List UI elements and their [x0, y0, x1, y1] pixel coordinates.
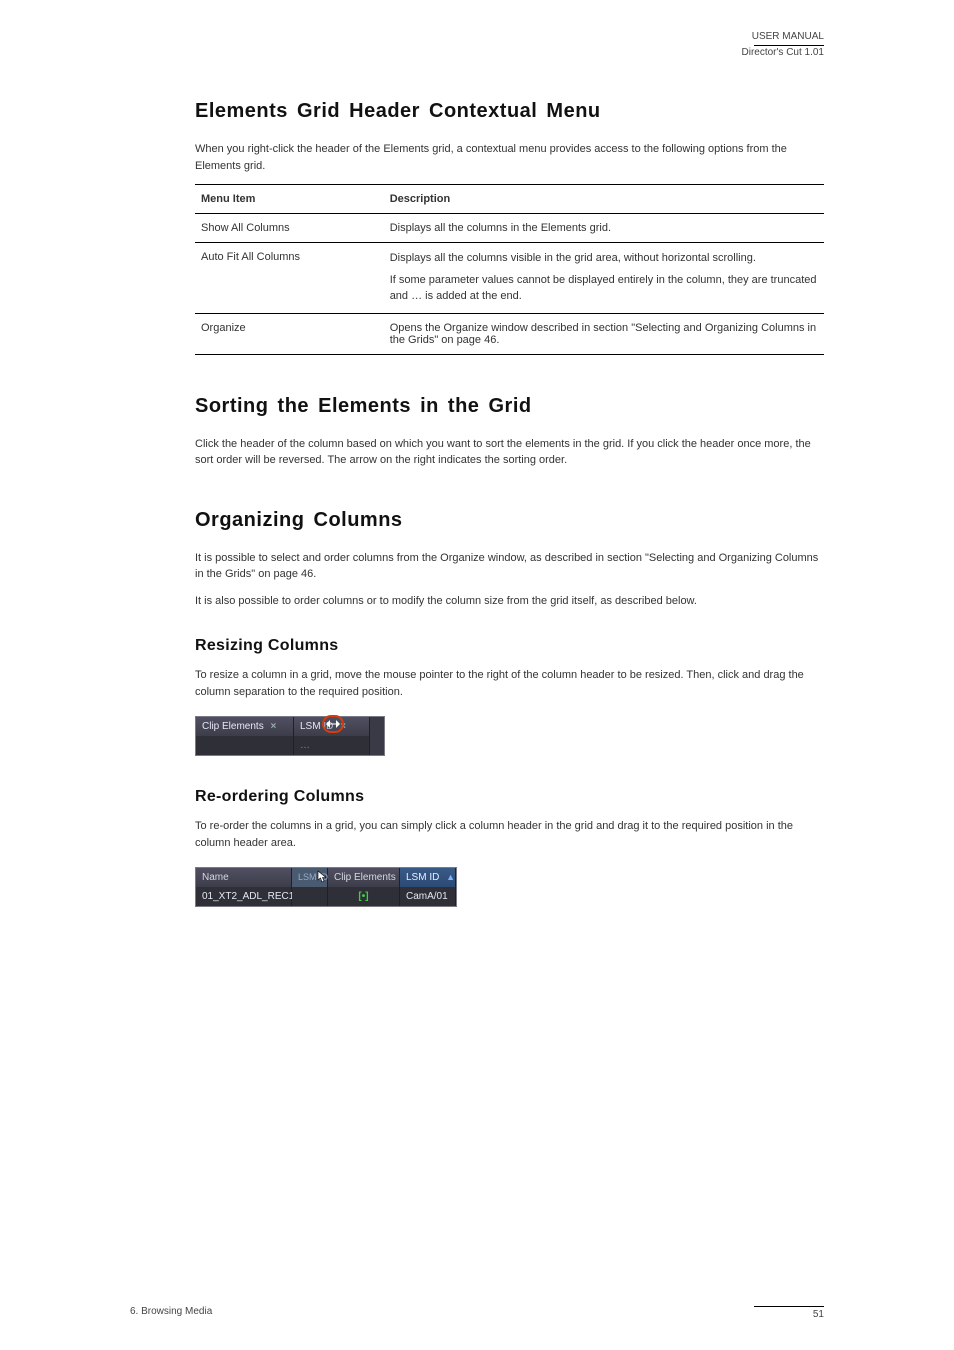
table-cell-empty	[292, 887, 328, 906]
table-header-menu-item: Menu Item	[195, 185, 384, 214]
organizing-p2: It is also possible to order columns or …	[195, 593, 824, 610]
col-header-label: Name	[202, 872, 229, 883]
heading-contextual-menu: Elements Grid Header Contextual Menu	[195, 100, 824, 123]
menu-item-cell: Show All Columns	[195, 214, 384, 243]
footer-divider	[754, 1306, 824, 1307]
clip-icon: [•]	[358, 891, 368, 902]
screenshot-reorder-columns: Name LSM ID Clip Elements LSM ID ▲ 01_XT…	[195, 867, 457, 907]
table-cell-clip-icon: [•]	[328, 887, 400, 906]
sort-asc-icon: ▲	[442, 872, 455, 882]
contextual-menu-table: Menu Item Description Show All Columns D…	[195, 184, 824, 355]
col-header-label: LSM ID	[406, 872, 439, 883]
table-cell-empty	[196, 736, 294, 755]
menu-item-cell: Auto Fit All Columns	[195, 243, 384, 314]
heading-reordering-columns: Re-ordering Columns	[195, 788, 824, 806]
menu-desc-cell: Opens the Organize window described in s…	[384, 313, 824, 354]
footer-right: 51	[754, 1306, 824, 1320]
col-header-clip-elements[interactable]: Clip Elements	[328, 868, 400, 887]
page-footer: 6. Browsing Media 51	[130, 1306, 824, 1320]
page-header-right: USER MANUAL Director's Cut 1.01	[742, 30, 825, 59]
resize-arrows-icon	[326, 719, 340, 729]
col-header-label: Clip Elements	[334, 872, 396, 883]
col-header-name[interactable]: Name	[196, 868, 292, 887]
menu-desc-cell: Displays all the columns in the Elements…	[384, 214, 824, 243]
col-header-clip-elements[interactable]: Clip Elements ×	[196, 717, 294, 736]
desc-line: Displays all the columns visible in the …	[390, 251, 818, 267]
table-header-row: Menu Item Description	[195, 185, 824, 214]
resize-handle-highlight	[322, 715, 344, 733]
sorting-paragraph: Click the header of the column based on …	[195, 436, 824, 469]
col-header-dragging[interactable]: LSM ID	[292, 868, 328, 887]
resizing-paragraph: To resize a column in a grid, move the m…	[195, 667, 824, 700]
heading-sorting: Sorting the Elements in the Grid	[195, 395, 824, 418]
close-icon[interactable]: ×	[266, 721, 280, 732]
footer-left: 6. Browsing Media	[130, 1306, 212, 1320]
heading-resizing-columns: Resizing Columns	[195, 637, 824, 655]
page-number: 51	[754, 1309, 824, 1320]
col-header-label: Clip Elements	[202, 721, 264, 732]
menu-item-cell: Organize	[195, 313, 384, 354]
header-text-bottom: Director's Cut 1.01	[742, 46, 825, 59]
col-header-lsm-id-sorted[interactable]: LSM ID ▲	[400, 868, 456, 887]
table-header-description: Description	[384, 185, 824, 214]
desc-line: If some parameter values cannot be displ…	[390, 273, 818, 305]
heading-organizing: Organizing Columns	[195, 509, 824, 532]
table-row: Show All Columns Displays all the column…	[195, 214, 824, 243]
header-text-top: USER MANUAL	[742, 30, 825, 43]
table-cell-empty: …	[294, 736, 370, 755]
menu-desc-cell: Displays all the columns visible in the …	[384, 243, 824, 314]
intro-paragraph: When you right-click the header of the E…	[195, 141, 824, 174]
table-cell-lsmid: CamA/01	[400, 887, 456, 906]
table-cell-name: 01_XT2_ADL_REC1	[196, 887, 292, 906]
screenshot-resize-columns: Clip Elements × LSM ID × …	[195, 716, 385, 756]
table-row: Auto Fit All Columns Displays all the co…	[195, 243, 824, 314]
reordering-paragraph: To re-order the columns in a grid, you c…	[195, 818, 824, 851]
organizing-p1: It is possible to select and order colum…	[195, 550, 824, 583]
table-row: Organize Opens the Organize window descr…	[195, 313, 824, 354]
